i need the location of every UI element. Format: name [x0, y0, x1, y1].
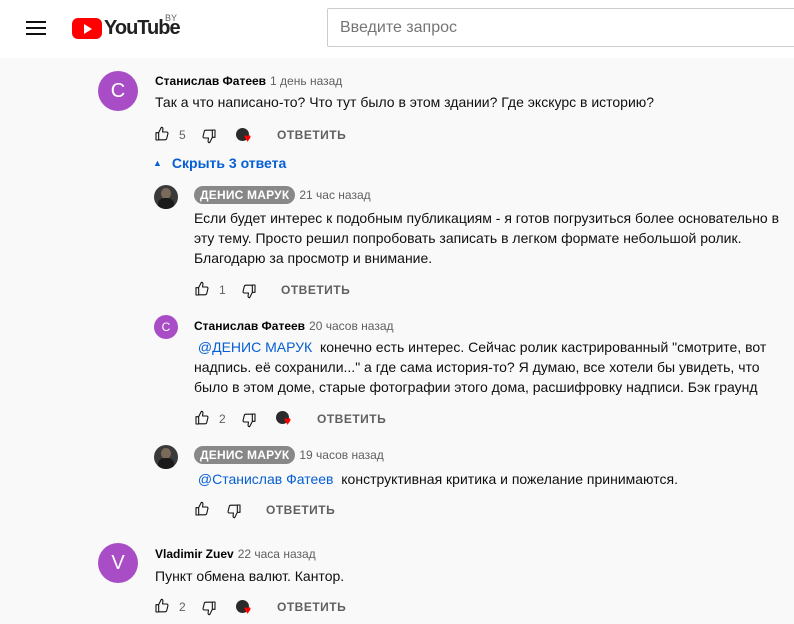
dislike-icon[interactable] [226, 503, 242, 519]
reply-button[interactable]: ОТВЕТИТЬ [281, 283, 350, 297]
avatar[interactable]: С [154, 315, 178, 339]
like-count: 2 [179, 600, 186, 614]
chevron-up-icon: ▲ [153, 158, 162, 168]
creator-heart-icon: ♥ [276, 411, 296, 427]
comment-text: Так а что написано-то? Что тут было в эт… [155, 94, 655, 110]
search-box[interactable] [327, 8, 794, 47]
author-name[interactable]: Станислав Фатеев [155, 74, 266, 88]
reply-button[interactable]: ОТВЕТИТЬ [266, 503, 335, 517]
avatar[interactable] [154, 185, 178, 209]
mention-link[interactable]: @ДЕНИС МАРУК [198, 339, 312, 355]
menu-icon[interactable] [26, 20, 46, 36]
comment-header: Станислав Фатеев 1 день назад [155, 72, 342, 90]
creator-heart-icon: ♥ [236, 600, 256, 616]
avatar-letter: V [111, 552, 125, 574]
timestamp[interactable]: 22 часа назад [238, 547, 316, 561]
like-icon[interactable] [194, 501, 210, 517]
youtube-play-icon [72, 17, 102, 39]
like-icon[interactable] [154, 598, 170, 614]
comment-header: Vladimir Zuev 22 часа назад [155, 545, 316, 563]
timestamp[interactable]: 20 часов назад [309, 319, 393, 333]
reply-button[interactable]: ОТВЕТИТЬ [277, 128, 346, 142]
author-name[interactable]: Vladimir Zuev [155, 547, 234, 561]
owner-author-badge[interactable]: ДЕНИС МАРУК [194, 186, 296, 204]
like-icon[interactable] [194, 281, 210, 297]
avatar[interactable]: V [98, 543, 138, 583]
like-icon[interactable] [194, 410, 210, 426]
reply-header: Станислав Фатеев 20 часов назад [194, 317, 394, 335]
region-code: BY [165, 13, 178, 23]
avatar-letter: С [110, 80, 126, 102]
hide-replies-label: Скрыть 3 ответа [171, 155, 287, 171]
author-name[interactable]: Станислав Фатеев [194, 319, 305, 333]
hide-replies-button[interactable]: ▲ Скрыть 3 ответа [153, 155, 286, 171]
creator-heart-icon: ♥ [236, 128, 256, 144]
avatar[interactable]: С [98, 71, 138, 111]
like-count: 2 [219, 412, 226, 426]
reply-text: Если будет интерес к подобным публикация… [194, 210, 780, 266]
avatar-letter: С [161, 320, 171, 334]
like-count: 1 [219, 283, 226, 297]
comment-text: Пункт обмена валют. Кантор. [155, 568, 345, 584]
owner-author-badge[interactable]: ДЕНИС МАРУК [194, 446, 296, 464]
timestamp[interactable]: 21 час назад [299, 188, 370, 202]
youtube-logo[interactable]: YouTube [72, 16, 181, 40]
timestamp[interactable]: 1 день назад [270, 74, 342, 88]
dislike-icon[interactable] [241, 412, 257, 428]
search-input[interactable] [328, 9, 792, 46]
dislike-icon[interactable] [241, 283, 257, 299]
reply-button[interactable]: ОТВЕТИТЬ [317, 412, 386, 426]
timestamp[interactable]: 19 часов назад [299, 448, 383, 462]
reply-text: @ДЕНИС МАРУК конечно есть интерес. Сейча… [194, 337, 784, 397]
reply-text: @Станислав Фатеев конструктивная критика… [194, 469, 784, 489]
masthead: YouTube BY [0, 0, 794, 58]
reply-button[interactable]: ОТВЕТИТЬ [277, 600, 346, 614]
dislike-icon[interactable] [201, 600, 217, 616]
dislike-icon[interactable] [201, 128, 217, 144]
like-count: 5 [179, 128, 186, 142]
avatar[interactable] [154, 445, 178, 469]
mention-link[interactable]: @Станислав Фатеев [198, 471, 334, 487]
reply-header: ДЕНИС МАРУК 19 часов назад [194, 446, 384, 464]
like-icon[interactable] [154, 126, 170, 142]
reply-body: конструктивная критика и пожелание прини… [341, 471, 678, 487]
reply-header: ДЕНИС МАРУК 21 час назад [194, 186, 371, 204]
